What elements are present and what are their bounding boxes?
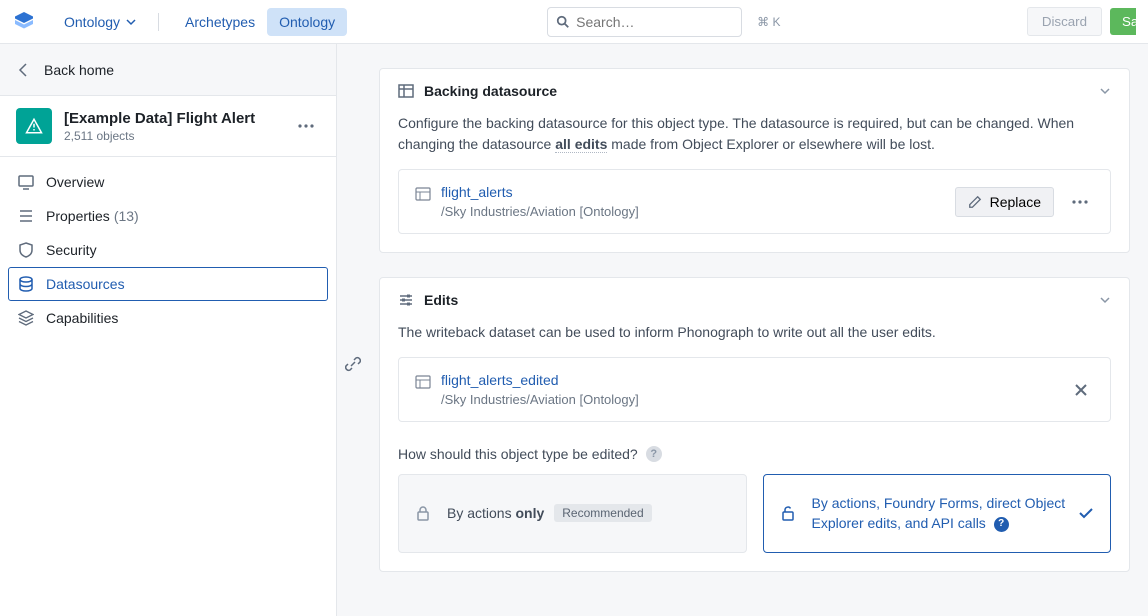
panel-description: Configure the backing datasource for thi… (398, 113, 1111, 155)
chevron-down-icon (1099, 294, 1111, 306)
datasource-card: flight_alerts /Sky Industries/Aviation [… (398, 169, 1111, 234)
monitor-icon (18, 174, 34, 190)
more-horizontal-icon (1072, 200, 1088, 204)
panel-header[interactable]: Edits (380, 278, 1129, 322)
sliders-icon (398, 292, 414, 308)
table-icon (398, 83, 414, 99)
pencil-icon (968, 195, 982, 209)
edit-option-all[interactable]: By actions, Foundry Forms, direct Object… (763, 474, 1112, 553)
main-panel: Backing datasource Configure the backing… (337, 44, 1148, 616)
sidebar-nav: Overview Properties (13) Security Dataso… (0, 157, 336, 343)
panel-header[interactable]: Backing datasource (380, 69, 1129, 113)
list-icon (18, 208, 34, 224)
panel-edits: Edits The writeback dataset can be used … (379, 277, 1130, 572)
option-label: By actions, Foundry Forms, direct Object… (812, 493, 1079, 534)
help-icon[interactable]: ? (646, 446, 662, 462)
sidebar-label: Security (46, 242, 97, 258)
save-button[interactable]: Save (1110, 8, 1136, 35)
unlock-icon (780, 505, 796, 521)
entity-title: [Example Data] Flight Alert (64, 110, 292, 127)
check-icon (1078, 505, 1094, 521)
layers-icon (18, 310, 34, 326)
entity-more-button[interactable] (292, 118, 320, 134)
sidebar-item-overview[interactable]: Overview (8, 165, 328, 199)
panel-backing-datasource: Backing datasource Configure the backing… (379, 68, 1130, 253)
datasource-name[interactable]: flight_alerts_edited (441, 372, 639, 388)
help-icon[interactable]: ? (994, 517, 1009, 532)
back-home-link[interactable]: Back home (0, 44, 336, 96)
more-horizontal-icon (298, 124, 314, 128)
datasource-path: /Sky Industries/Aviation [Ontology] (441, 204, 639, 219)
replace-button[interactable]: Replace (955, 187, 1054, 217)
search-input[interactable] (576, 14, 757, 30)
writeback-datasource-card: flight_alerts_edited /Sky Industries/Avi… (398, 357, 1111, 422)
panel-title: Backing datasource (424, 83, 557, 99)
tab-archetypes[interactable]: Archetypes (173, 8, 267, 36)
shield-icon (18, 242, 34, 258)
sidebar: Back home [Example Data] Flight Alert 2,… (0, 44, 337, 616)
sidebar-item-capabilities[interactable]: Capabilities (8, 301, 328, 335)
discard-button[interactable]: Discard (1027, 7, 1102, 36)
search-input-wrap[interactable]: ⌘ K (547, 7, 742, 37)
lock-icon (415, 505, 431, 521)
tab-ontology[interactable]: Ontology (267, 8, 347, 36)
sidebar-item-datasources[interactable]: Datasources (8, 267, 328, 301)
datasource-path: /Sky Industries/Aviation [Ontology] (441, 392, 639, 407)
back-home-label: Back home (44, 62, 114, 78)
panel-title: Edits (424, 292, 458, 308)
dataset-icon (415, 186, 431, 202)
sidebar-label: Datasources (46, 276, 125, 292)
arrow-left-icon (16, 62, 32, 78)
panel-description: The writeback dataset can be used to inf… (398, 322, 1111, 343)
sidebar-label: Properties (46, 208, 110, 224)
alert-icon (25, 117, 43, 135)
datasource-more-button[interactable] (1066, 194, 1094, 210)
datasource-name[interactable]: flight_alerts (441, 184, 639, 200)
sidebar-count: (13) (114, 208, 139, 224)
sidebar-item-security[interactable]: Security (8, 233, 328, 267)
database-icon (18, 276, 34, 292)
close-icon (1074, 383, 1088, 397)
entity-header: [Example Data] Flight Alert 2,511 object… (0, 96, 336, 157)
entity-icon (16, 108, 52, 144)
dataset-icon (415, 374, 431, 390)
link-rail-button[interactable] (345, 356, 361, 372)
entity-text: [Example Data] Flight Alert 2,511 object… (64, 110, 292, 143)
search-shortcut: ⌘ K (757, 15, 780, 29)
chevron-down-icon (1099, 85, 1111, 97)
edit-option-actions-only[interactable]: By actions only Recommended (398, 474, 747, 553)
link-icon (345, 356, 361, 372)
edit-mode-question: How should this object type be edited? ? (398, 446, 1111, 462)
sidebar-label: Overview (46, 174, 104, 190)
app-logo-icon[interactable] (12, 10, 36, 34)
nav-dropdown[interactable]: Ontology (56, 8, 144, 36)
remove-writeback-button[interactable] (1068, 377, 1094, 403)
chevron-down-icon (126, 17, 136, 27)
sidebar-item-properties[interactable]: Properties (13) (8, 199, 328, 233)
option-label: By actions only (447, 503, 544, 523)
nav-dropdown-label: Ontology (64, 14, 120, 30)
topbar: Ontology Archetypes Ontology ⌘ K Discard… (0, 0, 1148, 44)
sidebar-label: Capabilities (46, 310, 118, 326)
search-icon (556, 15, 570, 29)
separator (158, 13, 159, 31)
entity-subtitle: 2,511 objects (64, 129, 292, 143)
recommended-badge: Recommended (554, 504, 651, 522)
edit-mode-options: By actions only Recommended By actions, … (398, 474, 1111, 553)
